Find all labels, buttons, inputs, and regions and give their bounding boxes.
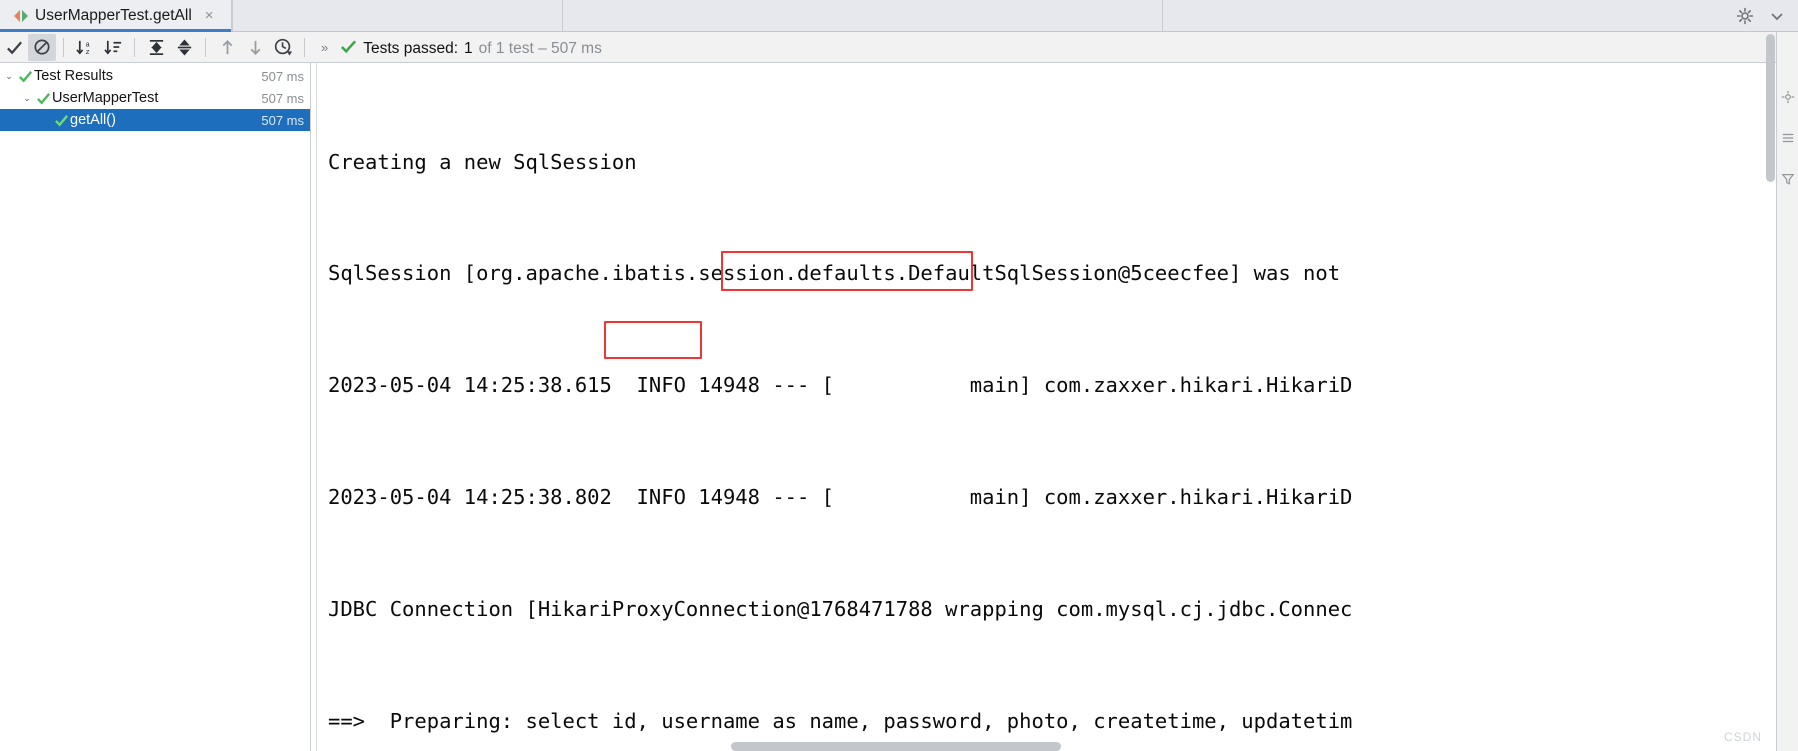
chevron-down-icon[interactable]: ⌄ xyxy=(20,93,34,104)
filter-icon[interactable] xyxy=(1780,172,1795,191)
gear-icon[interactable] xyxy=(1736,7,1754,25)
console-output-panel[interactable]: Creating a new SqlSession SqlSession [or… xyxy=(311,63,1798,751)
hide-ignored-icon[interactable] xyxy=(28,33,56,61)
close-icon[interactable]: × xyxy=(205,8,214,23)
collapse-all-icon[interactable] xyxy=(170,34,198,61)
status-count: 1 xyxy=(464,40,473,57)
tree-duration: 507 ms xyxy=(261,68,304,84)
tree-row-test-results[interactable]: ⌄ Test Results 507 ms xyxy=(0,65,310,87)
console-horizontal-scrollbar[interactable] xyxy=(731,742,1061,751)
sort-by-duration-icon[interactable] xyxy=(99,34,127,61)
list-icon[interactable] xyxy=(1781,131,1795,150)
window-header-actions xyxy=(1724,0,1798,31)
tree-row-getall[interactable]: getAll() 507 ms xyxy=(0,109,310,131)
console-line: ==> Preparing: select id, username as na… xyxy=(328,709,1353,734)
tab-bar-segment-b xyxy=(563,0,1163,31)
console-line: 2023-05-04 14:25:38.615 INFO 14948 --- [… xyxy=(328,373,1353,398)
console-vertical-scrollbar[interactable] xyxy=(1766,34,1775,182)
toolbar-separator xyxy=(205,37,206,57)
tree-duration: 507 ms xyxy=(261,112,304,128)
sort-alphabetically-icon[interactable]: a z xyxy=(71,34,99,61)
tab-bar-filler xyxy=(232,0,1798,31)
toolbar-separator xyxy=(134,37,135,57)
console-line: Creating a new SqlSession xyxy=(328,149,637,174)
console-gutter xyxy=(311,63,317,751)
tree-label: UserMapperTest xyxy=(52,90,159,106)
svg-text:z: z xyxy=(85,49,89,57)
tree-label: getAll() xyxy=(70,112,116,128)
console-line: SqlSession [org.apache.ibatis.session.de… xyxy=(328,261,1341,286)
prev-failed-test-icon[interactable] xyxy=(213,34,241,61)
green-check-icon xyxy=(16,69,34,84)
expand-all-icon[interactable] xyxy=(142,34,170,61)
test-history-icon[interactable] xyxy=(269,34,297,61)
test-runner-body: ⌄ Test Results 507 ms ⌄ UserMapperTest 5… xyxy=(0,63,1798,751)
settings-icon[interactable] xyxy=(1781,90,1795,109)
console-line: JDBC Connection [HikariProxyConnection@1… xyxy=(328,597,1353,622)
console-line: 2023-05-04 14:25:38.802 INFO 14948 --- [… xyxy=(328,485,1353,510)
ide-test-runner-window: UserMapperTest.getAll × a z » Tests pass… xyxy=(0,0,1798,751)
console-text[interactable]: Creating a new SqlSession SqlSession [or… xyxy=(318,63,1798,751)
green-check-icon xyxy=(340,38,357,60)
chevron-down-icon[interactable] xyxy=(1768,7,1786,25)
next-failed-test-icon[interactable] xyxy=(241,34,269,61)
run-test-icon xyxy=(14,9,28,23)
toolbar-overflow-button[interactable]: » xyxy=(312,40,336,55)
chevron-down-icon[interactable]: ⌄ xyxy=(2,71,16,82)
green-check-icon xyxy=(52,113,70,128)
tab-usermappertest-getall[interactable]: UserMapperTest.getAll × xyxy=(0,0,232,32)
right-tool-rail xyxy=(1776,32,1798,751)
status-prefix: Tests passed: xyxy=(363,40,459,57)
tree-duration: 507 ms xyxy=(261,90,304,106)
test-results-tree[interactable]: ⌄ Test Results 507 ms ⌄ UserMapperTest 5… xyxy=(0,63,311,751)
test-status-bar: Tests passed: 1 of 1 test – 507 ms xyxy=(340,36,602,58)
tree-label: Test Results xyxy=(34,68,113,84)
test-runner-toolbar: a z » Tests passed: 1 of 1 test – 507 ms xyxy=(0,32,1798,63)
toolbar-separator xyxy=(63,37,64,57)
show-passed-icon[interactable] xyxy=(0,34,28,61)
status-detail: of 1 test – 507 ms xyxy=(478,40,602,57)
tab-bar: UserMapperTest.getAll × xyxy=(0,0,1798,32)
tab-label: UserMapperTest.getAll xyxy=(35,6,192,24)
tree-row-usermappertest[interactable]: ⌄ UserMapperTest 507 ms xyxy=(0,87,310,109)
tab-bar-segment-a xyxy=(233,0,563,31)
watermark: CSDN xyxy=(1723,730,1762,744)
green-check-icon xyxy=(34,91,52,106)
toolbar-separator xyxy=(304,37,305,57)
